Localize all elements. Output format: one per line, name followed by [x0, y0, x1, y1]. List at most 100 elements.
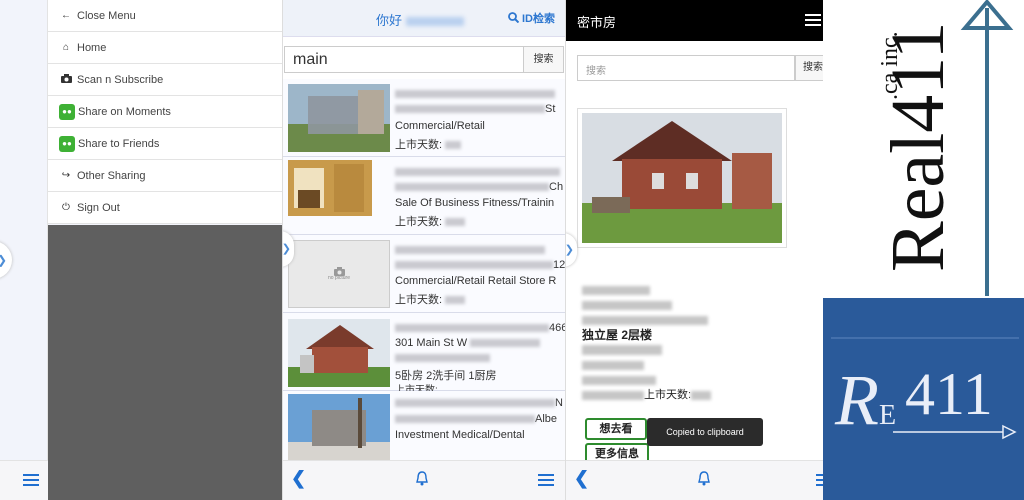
property-info: 独立屋 2层楼 上市天数: [582, 283, 712, 403]
listing-photo [288, 160, 372, 216]
want-to-visit-button[interactable]: 想去看 [585, 418, 647, 440]
side-menu: ← Close Menu ⌂ Home Scan n Subscribe ●● Sha… [48, 0, 282, 224]
price-suffix: 466 [549, 322, 565, 334]
logo-letter-r: R [834, 360, 879, 440]
hamburger-icon[interactable] [805, 14, 821, 27]
days-label: 上市天数: [644, 389, 692, 401]
list-item[interactable]: Ch Sale Of Business Fitness/Trainin 上市天数… [283, 157, 565, 235]
bell-icon[interactable] [697, 471, 711, 486]
search-icon [508, 12, 520, 25]
menu-item-share-moments[interactable]: ●● Share on Moments [48, 96, 282, 128]
power-icon: ⏻ [62, 202, 70, 213]
listing-address: 301 Main St W [395, 337, 468, 349]
wechat-icon: ●● [59, 103, 75, 120]
listing-type: Commercial/Retail Retail Store R [395, 275, 557, 287]
address-suffix: 12 [553, 259, 565, 271]
greeting: 你好 [376, 10, 465, 29]
bell-icon[interactable] [415, 471, 429, 486]
list-item[interactable]: N Albe Investment Medical/Dental [283, 391, 565, 469]
property-style: 独立屋 2层楼 [582, 328, 653, 342]
blurred-username [406, 17, 465, 27]
bottom-toolbar [0, 460, 48, 500]
menu-screen: ❯ ←Close Menu ⌂Home Scan n Subscribe ●●S… [0, 0, 282, 500]
chevron-right-icon: ❯ [565, 244, 574, 256]
bottom-toolbar: ❮ [566, 460, 823, 500]
bottom-toolbar: ❮ [283, 460, 565, 500]
blurred-days [445, 141, 462, 150]
blurred-days [691, 390, 712, 400]
blurred-price [582, 285, 650, 295]
logo-number: 411 [905, 361, 993, 427]
search-button[interactable]: 搜索 [523, 46, 564, 73]
home-icon: ⌂ [62, 42, 70, 53]
blurred-price [395, 399, 555, 408]
page-title: 密市房 [577, 15, 617, 30]
blurred-address [395, 261, 553, 270]
list-item[interactable]: 466 301 Main St W 5卧房 2洗手间 1厨房 上市天数: [283, 313, 565, 396]
days-label: 上市天数: [395, 294, 443, 306]
menu-item-close[interactable]: ← Close Menu [48, 0, 282, 32]
menu-overlay[interactable] [48, 225, 282, 500]
id-search-button[interactable]: ID检索 [508, 10, 555, 26]
listing-list: St Commercial/Retail 上市天数: Ch Sale Of Bu… [283, 79, 565, 469]
blurred-address [582, 300, 672, 310]
listing-photo-placeholder: no picture [288, 240, 390, 308]
camera-icon [59, 73, 73, 86]
list-item[interactable]: no picture 12 Commercial/Retail Retail S… [283, 235, 565, 313]
listing-search-bar: main 搜索 [283, 46, 565, 73]
no-picture-label: no picture [328, 275, 350, 281]
blurred-days [445, 296, 466, 305]
listing-photo [288, 84, 390, 152]
search-button[interactable]: 搜索 [795, 55, 823, 81]
blurred-price [395, 324, 549, 333]
drawer-handle[interactable]: ❯ [565, 233, 577, 267]
hamburger-icon[interactable] [538, 474, 554, 487]
blurred-price [395, 90, 555, 99]
detail-search-bar: 搜索 搜索 [577, 55, 823, 81]
days-label: 上市天数: [395, 216, 443, 228]
detail-header: 密市房 [566, 0, 823, 41]
share-icon: ↪ [61, 170, 71, 181]
listing-type: Investment Medical/Dental [395, 429, 525, 441]
listing-type: Sale Of Business Fitness/Trainin [395, 197, 555, 209]
arrow-left-icon: ← [61, 10, 71, 21]
address-suffix: Ch [549, 181, 564, 193]
menu-item-sign-out[interactable]: ⏻ Sign Out [48, 192, 282, 224]
back-chevron-icon[interactable]: ❮ [574, 468, 589, 489]
blurred-address [395, 105, 545, 114]
logo-letter-e: E [879, 400, 896, 431]
search-input[interactable]: 搜索 [577, 55, 795, 81]
detail-screen: 密市房 搜索 搜索 ❯ 独立屋 2层楼 上市天数: 想去看 更多信息 Copie… [565, 0, 823, 500]
menu-item-scan[interactable]: Scan n Subscribe [48, 64, 282, 96]
screenshot-collage: ❯ ←Close Menu ⌂Home Scan n Subscribe ●●S… [0, 0, 1024, 500]
listing-type: Commercial/Retail [395, 120, 485, 132]
logo-suffix: .ca inc. [877, 31, 903, 100]
search-input[interactable]: main [284, 46, 524, 73]
list-item[interactable]: St Commercial/Retail 上市天数: [283, 79, 565, 157]
listings-screen: 你好 ID检索 main 搜索 ❯ St Commercial/Retail 上… [282, 0, 565, 500]
price-suffix: N [555, 397, 563, 409]
real411-monogram: R E 411 [823, 298, 1024, 500]
wechat-icon: ●● [59, 135, 75, 152]
blurred-price [395, 246, 545, 255]
menu-item-share-friends[interactable]: ●● Share to Friends [48, 128, 282, 160]
app-logo-panel: Real411 .ca inc. R E 411 [823, 0, 1024, 500]
menu-item-home[interactable]: ⌂ Home [48, 32, 282, 64]
blurred-style [395, 354, 490, 363]
blurred-community [582, 375, 656, 385]
blurred-price [395, 168, 560, 177]
hamburger-icon[interactable] [816, 474, 823, 487]
property-photo[interactable] [577, 108, 787, 248]
blurred-mls [582, 390, 644, 400]
blurred-address [470, 339, 541, 348]
blurred-address [395, 183, 549, 192]
blurred-area [582, 360, 644, 370]
blurred-address [395, 415, 535, 424]
hamburger-icon[interactable] [23, 474, 39, 487]
address-suffix: Albe [535, 413, 558, 425]
listing-photo [288, 319, 390, 387]
menu-item-other-sharing[interactable]: ↪ Other Sharing [48, 160, 282, 192]
toast-message: Copied to clipboard [647, 418, 763, 446]
back-chevron-icon[interactable]: ❮ [291, 468, 306, 489]
days-label: 上市天数: [395, 139, 443, 151]
